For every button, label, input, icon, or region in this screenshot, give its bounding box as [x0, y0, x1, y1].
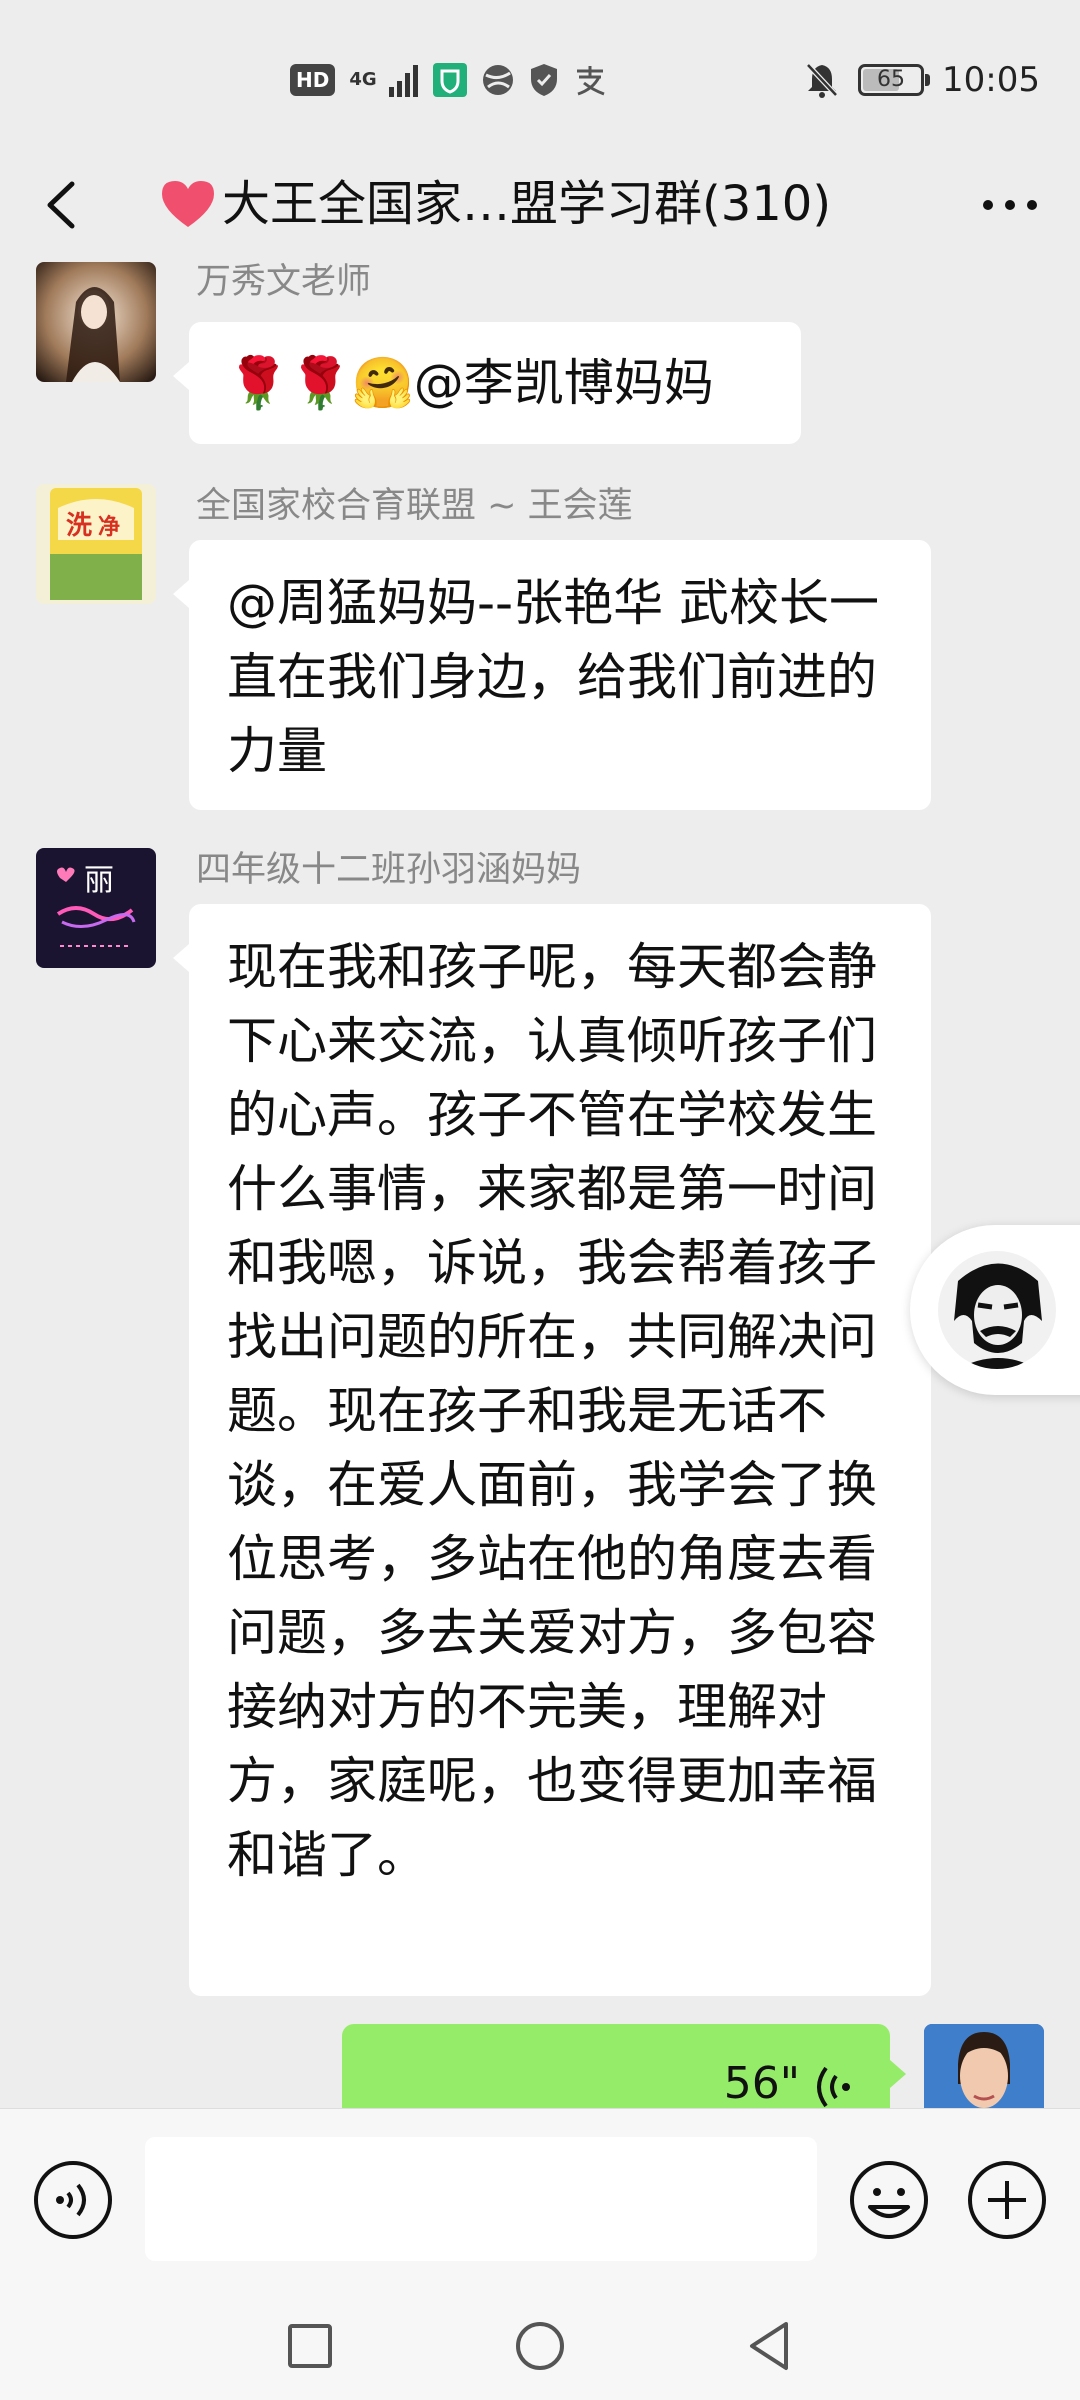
- more-icon[interactable]: [970, 180, 1050, 230]
- back-nav-icon[interactable]: [740, 2316, 800, 2376]
- avatar[interactable]: 丽: [36, 848, 156, 968]
- recent-apps-icon[interactable]: [280, 2316, 340, 2376]
- svg-text:洗: 洗: [66, 511, 92, 541]
- security-shield-icon: [531, 64, 558, 96]
- status-bar: HD 4G 65 10:05: [0, 0, 1080, 160]
- app-shield-icon: [433, 63, 468, 97]
- own-voice-message: 56": [0, 2024, 1080, 2124]
- svg-text:净: 净: [98, 514, 120, 540]
- message-bubble[interactable]: 现在我和孩子呢，每天都会静下心来交流，认真倾听孩子们的心声。孩子不管在学校发生什…: [173, 904, 931, 1996]
- sender-name: 全国家校合育联盟 ~ 王会莲: [196, 486, 633, 526]
- voice-wave-icon: [817, 2066, 850, 2108]
- sender-name: 万秀文老师: [196, 262, 372, 302]
- back-arrow-icon[interactable]: [30, 170, 100, 240]
- mute-bell-icon: [806, 63, 838, 98]
- signal-icon: [389, 65, 419, 97]
- portrait-sketch-icon: [938, 1251, 1056, 1369]
- network-type: 4G: [349, 69, 377, 90]
- message-input[interactable]: [145, 2137, 817, 2261]
- avatar[interactable]: 洗 净: [36, 484, 156, 604]
- chat-title[interactable]: 大王全国家…盟学习群(310): [160, 168, 880, 240]
- chat-input-bar: [0, 2108, 1080, 2293]
- plus-icon[interactable]: [966, 2159, 1048, 2241]
- avatar-image-product: 洗 净: [36, 484, 156, 604]
- svg-text:丽: 丽: [84, 863, 114, 898]
- avatar-image-neon: 丽: [36, 848, 156, 968]
- emoji-icon[interactable]: [848, 2159, 930, 2241]
- floating-avatar-button[interactable]: [910, 1225, 1080, 1395]
- message-item: 万秀文老师 🌹🌹🤗@李凯博妈妈: [36, 262, 936, 456]
- battery-indicator: 65: [858, 64, 931, 96]
- avatar[interactable]: [36, 262, 156, 382]
- chat-header: 大王全国家…盟学习群(310): [0, 150, 1080, 260]
- voice-input-icon[interactable]: [32, 2159, 114, 2241]
- alipay-icon: [577, 66, 605, 96]
- voice-duration: 56": [723, 2058, 800, 2109]
- system-nav-bar: [0, 2292, 1080, 2400]
- message-bubble[interactable]: @周猛妈妈--张艳华 武校长一直在我们身边，给我们前进的力量: [173, 540, 931, 810]
- heart-icon: [162, 181, 214, 227]
- home-icon[interactable]: [510, 2316, 570, 2376]
- status-icons: HD 4G: [290, 56, 607, 104]
- message-item: 洗 净 全国家校合育联盟 ~ 王会莲 @周猛妈妈--张艳华 武校长一直在我们身边…: [36, 484, 936, 814]
- battery-level: 65: [877, 67, 906, 92]
- chat-title-text: 大王全国家…盟学习群(310): [222, 176, 832, 232]
- floating-avatar: [938, 1251, 1056, 1369]
- message-item: 丽 四年级十二班孙羽涵妈妈 现在我和孩子呢，每天都会静下心来交流，认真倾听孩子们…: [36, 848, 936, 1998]
- clock: 10:05: [942, 60, 1040, 100]
- sender-name: 四年级十二班孙羽涵妈妈: [196, 850, 582, 890]
- browser-icon: [483, 65, 514, 95]
- message-bubble[interactable]: 🌹🌹🤗@李凯博妈妈: [173, 322, 801, 444]
- avatar-image-girl: [36, 262, 156, 382]
- status-right: 65 10:05: [804, 56, 1040, 104]
- hd-badge: HD: [290, 64, 336, 96]
